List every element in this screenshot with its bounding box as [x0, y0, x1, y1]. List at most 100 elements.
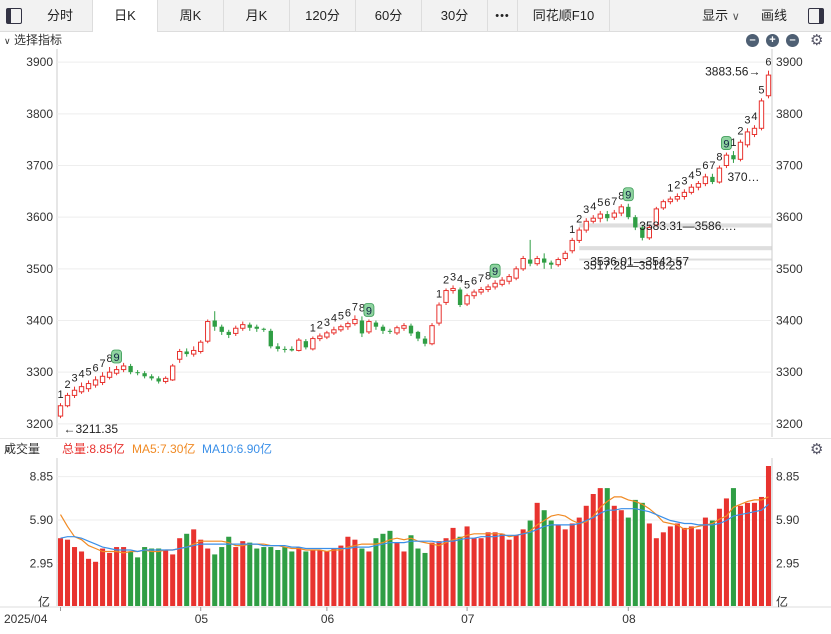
td-count-label: 3: [681, 175, 687, 187]
td-count-label: 5: [695, 167, 701, 179]
volume-bar: [233, 547, 239, 606]
candle-body: [92, 379, 99, 386]
volume-bar: [156, 548, 162, 606]
candle-body: [394, 327, 400, 334]
candle-body: [401, 325, 407, 329]
tab-intraday[interactable]: 分时: [28, 0, 93, 32]
volume-tick-label-right: 8.85: [776, 470, 800, 484]
candle-body: [359, 320, 365, 334]
volume-bar: [79, 551, 85, 606]
candle-body: [184, 351, 189, 355]
tab-60min[interactable]: 60分: [356, 0, 422, 32]
volume-bar: [310, 550, 316, 606]
candle-body: [464, 295, 470, 305]
candle-body: [149, 376, 154, 379]
candle-body: [429, 325, 435, 345]
volume-bar: [555, 524, 561, 606]
tab-weekly-k[interactable]: 周K: [158, 0, 224, 32]
display-menu-button[interactable]: 显示 ∨: [694, 0, 748, 32]
zoom-out-button[interactable]: –: [746, 34, 759, 47]
td-count-label: 6: [604, 197, 610, 209]
volume-bar: [261, 547, 267, 606]
volume-bar: [352, 539, 358, 606]
td-count-label: 1: [569, 224, 575, 236]
minimize-button[interactable]: –: [786, 34, 799, 47]
candle-body: [583, 220, 589, 231]
volume-total-label: 总量:8.85亿: [62, 442, 125, 456]
volume-bar: [667, 526, 673, 606]
candle-body: [120, 365, 127, 371]
volume-bar: [569, 523, 575, 606]
volume-bar: [142, 547, 148, 606]
draw-line-button[interactable]: 画线: [752, 0, 796, 32]
td-count-label: 3: [450, 271, 456, 283]
volume-bar-chart[interactable]: 2.95 2.95 5.90 5.90 8.85 8.85 亿 亿 2025/04 05 06 07 0…: [0, 458, 831, 634]
candle-body: [85, 383, 92, 390]
gear-icon[interactable]: ⚙: [810, 442, 823, 457]
indicator-selector[interactable]: ∨ 选择指标: [4, 32, 62, 50]
volume-bar: [457, 536, 463, 606]
volume-bar: [408, 535, 414, 606]
price-tick-label-right: 3600: [776, 210, 803, 224]
volume-unit-label-left: 亿: [38, 594, 50, 609]
candle-body: [506, 276, 512, 282]
volume-bar: [506, 539, 512, 606]
volume-bar: [751, 502, 757, 606]
volume-bar: [492, 532, 498, 606]
price-candlestick-chart[interactable]: 3200 3200 3300 3300 3400 3400 3500 3500 3600 3600…: [0, 49, 831, 437]
volume-bar: [590, 494, 596, 606]
td-count-label: 4: [457, 273, 463, 285]
date-tick-label: 07: [461, 612, 475, 626]
price-panel-header: ∨ 选择指标 – + – ⚙: [0, 32, 831, 49]
tab-f10[interactable]: 同花顺F10: [518, 0, 610, 32]
volume-bar: [226, 536, 232, 606]
display-label: 显示: [702, 8, 729, 23]
volume-bar: [478, 538, 484, 606]
price-annotation: 3517.28—3518.23: [583, 259, 682, 273]
volume-bar: [247, 542, 253, 606]
volume-bar: [373, 538, 379, 606]
price-tick-label-right: 3700: [776, 159, 803, 173]
tab-120min[interactable]: 120分: [290, 0, 356, 32]
candle-body: [387, 330, 393, 332]
volume-bar: [415, 548, 421, 606]
volume-bar: [443, 538, 449, 606]
volume-bar: [471, 538, 477, 606]
candle-body: [513, 268, 519, 279]
candle-body: [212, 320, 217, 327]
td-count-label: 7: [100, 358, 106, 370]
td-count-label: 4: [331, 313, 337, 325]
td-count-label: 3: [744, 114, 750, 126]
volume-bar: [289, 551, 295, 606]
left-panel-toggle-icon[interactable]: [6, 8, 22, 24]
candle-body: [527, 259, 533, 264]
td-count-label: 1: [667, 183, 673, 195]
candle-body: [737, 141, 744, 160]
volume-bar: [366, 551, 372, 606]
volume-bar: [64, 539, 71, 606]
td-count-label: 9: [492, 266, 498, 278]
volume-bar: [436, 541, 442, 606]
volume-bar: [240, 541, 246, 606]
gear-icon[interactable]: ⚙: [810, 33, 823, 48]
price-tick-label-right: 3500: [776, 262, 803, 276]
volume-bar: [324, 551, 330, 606]
candle-body: [457, 289, 463, 305]
volume-bar: [737, 505, 743, 606]
candle-body: [289, 348, 295, 351]
tab-monthly-k[interactable]: 月K: [224, 0, 290, 32]
tab-30min[interactable]: 30分: [422, 0, 488, 32]
td-count-label: 1: [310, 323, 316, 335]
right-panel-toggle-icon[interactable]: [808, 8, 824, 24]
tab-daily-k[interactable]: 日K: [93, 0, 158, 32]
candle-body: [169, 365, 176, 381]
price-tick-label-left: 3200: [26, 417, 53, 431]
volume-bar: [660, 532, 666, 606]
candle-body: [605, 214, 610, 219]
zoom-in-button[interactable]: +: [766, 34, 779, 47]
volume-bar: [86, 558, 92, 606]
td-count-label: 3: [583, 204, 589, 216]
candle-body: [135, 372, 140, 374]
candle-body: [499, 279, 505, 285]
more-periods-button[interactable]: •••: [488, 0, 518, 32]
